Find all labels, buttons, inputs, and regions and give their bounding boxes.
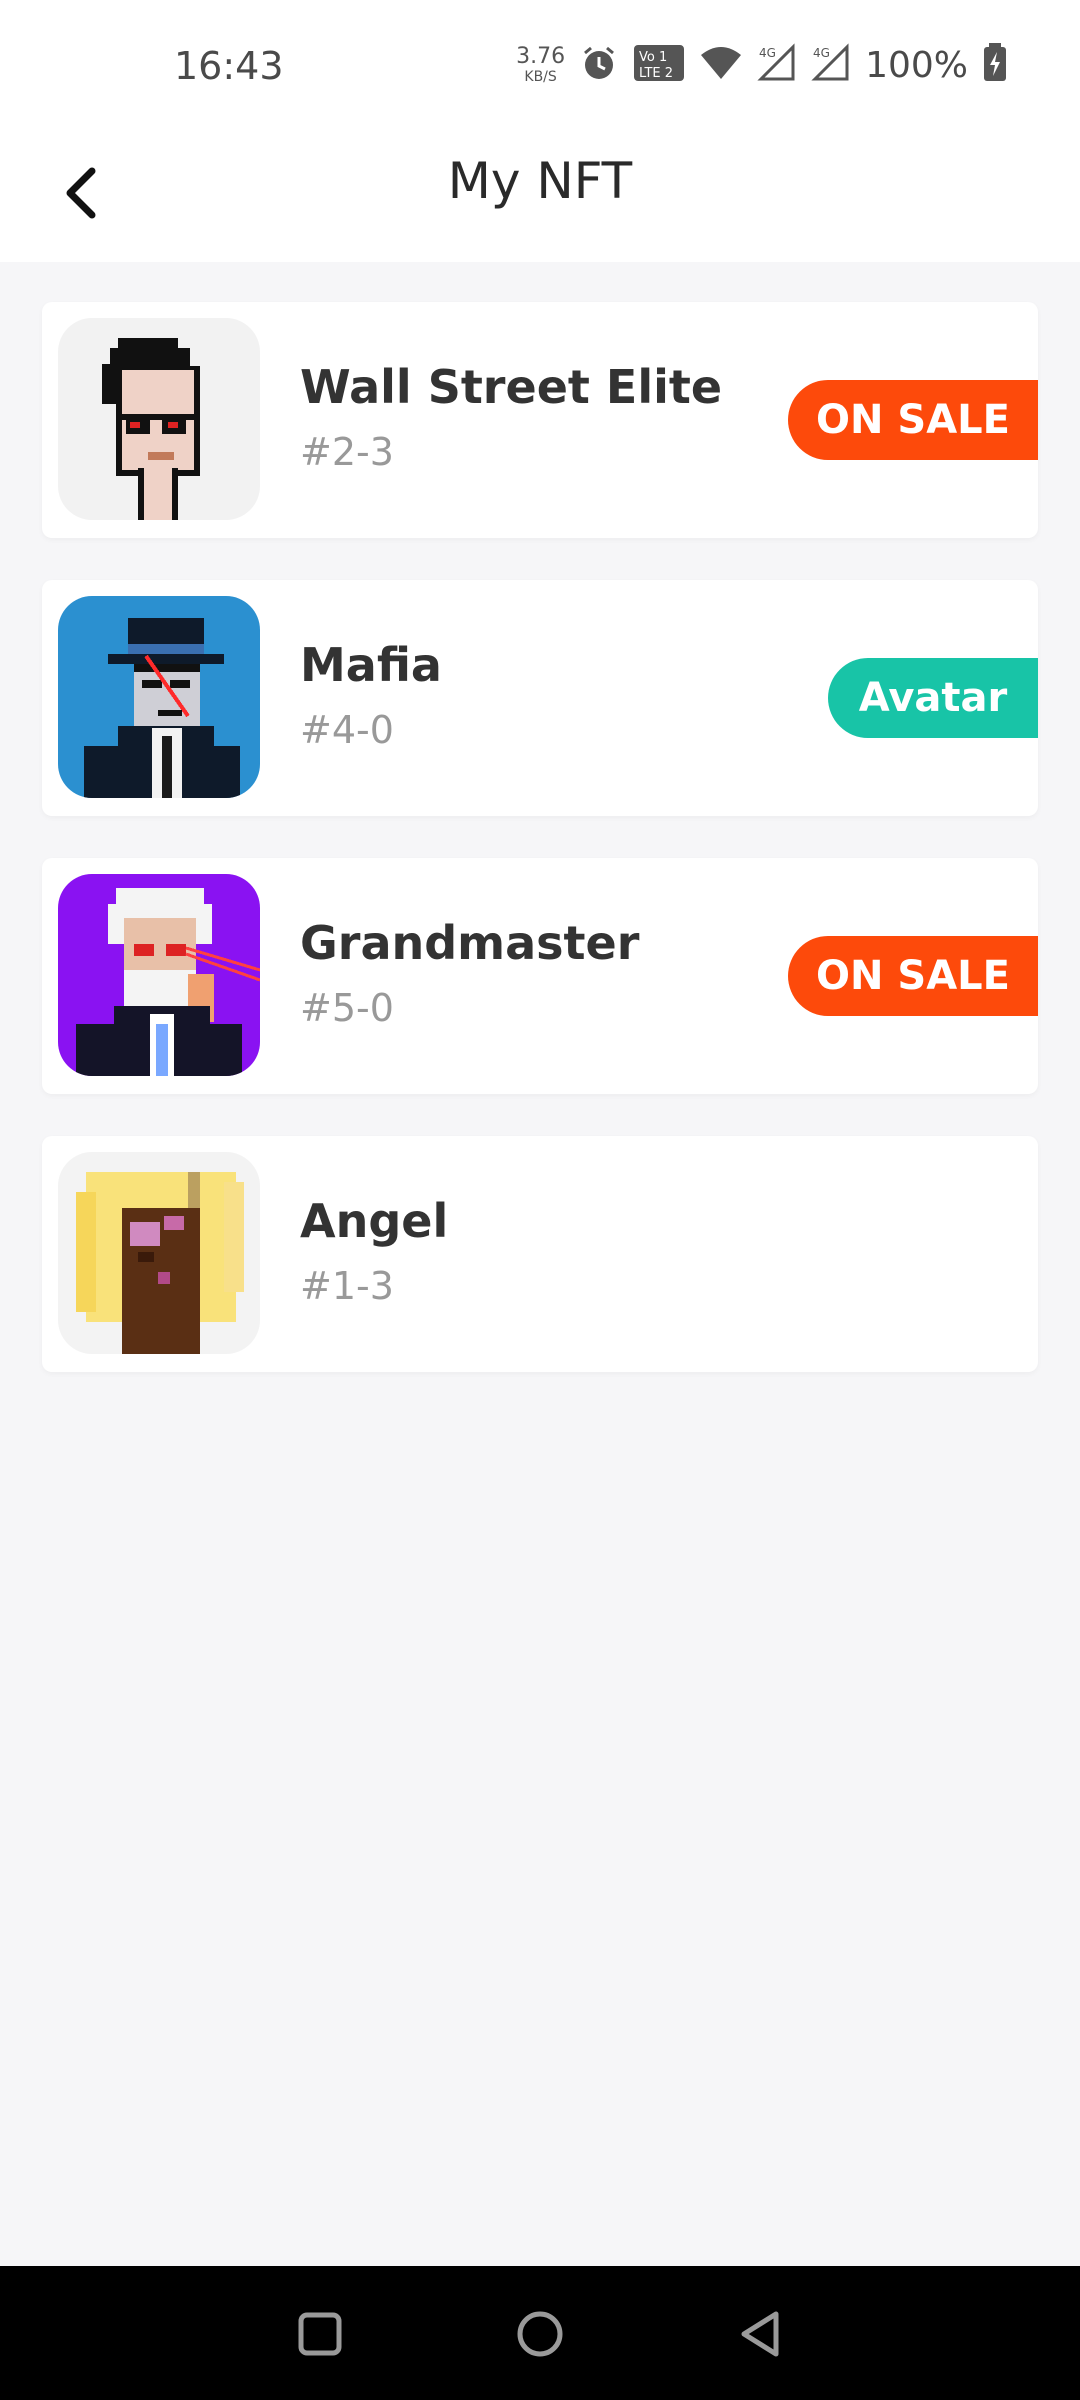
system-back-button[interactable] [730,2304,790,2364]
network-speed-value: 3.76 [516,44,566,69]
signal-4g-icon-2: 4G [811,43,851,87]
on-sale-badge[interactable]: ON SALE [788,936,1038,1016]
nft-card-wall-street-elite[interactable]: Wall Street Elite #2-3 ON SALE [42,302,1038,538]
signal-4g-icon: 4G [757,43,797,87]
wifi-icon [699,43,743,87]
avatar-badge[interactable]: Avatar [828,658,1038,738]
svg-text:LTE 2: LTE 2 [639,66,673,81]
nft-title: Grandmaster [300,916,640,970]
page-title: My NFT [447,152,633,210]
recent-apps-button[interactable] [290,2304,350,2364]
circle-icon [510,2311,570,2368]
system-nav-bar [0,2266,1080,2400]
nft-card-mafia[interactable]: Mafia #4-0 Avatar [42,580,1038,816]
nft-id: #5-0 [300,986,394,1030]
home-button[interactable] [510,2304,570,2364]
battery-charging-icon [982,43,1008,87]
status-bar: 16:43 3.76 KB/S Vo 1 LTE 2 4G 4G 100% [0,0,1080,130]
nft-thumbnail-angel [58,1152,260,1354]
app-header: My NFT [0,130,1080,262]
nft-thumbnail-mafia [58,596,260,798]
nft-title: Mafia [300,638,442,692]
nft-card-grandmaster[interactable]: Grandmaster #5-0 ON SALE [42,858,1038,1094]
network-speed: 3.76 KB/S [516,44,566,85]
network-speed-unit: KB/S [524,69,557,85]
nft-thumbnail-wall-street-elite [58,318,260,520]
nft-card-angel[interactable]: Angel #1-3 [42,1136,1038,1372]
nft-title: Angel [300,1194,449,1248]
status-time: 16:43 [174,44,284,88]
on-sale-badge[interactable]: ON SALE [788,380,1038,460]
nft-id: #4-0 [300,708,394,752]
square-icon [290,2312,350,2368]
svg-text:4G: 4G [813,46,830,60]
svg-text:4G: 4G [759,46,776,60]
nft-thumbnail-grandmaster [58,874,260,1076]
status-icons: 3.76 KB/S Vo 1 LTE 2 4G 4G 100% [516,40,1008,90]
volte-icon: Vo 1 LTE 2 [633,43,685,87]
nft-id: #1-3 [300,1264,394,1308]
triangle-left-icon [730,2311,790,2368]
nft-list: Wall Street Elite #2-3 ON SALE Mafia #4-… [42,302,1038,1414]
alarm-icon [579,43,619,87]
nft-title: Wall Street Elite [300,360,723,414]
nft-id: #2-3 [300,430,394,474]
svg-text:Vo 1: Vo 1 [639,50,667,65]
battery-percent: 100% [865,44,968,86]
